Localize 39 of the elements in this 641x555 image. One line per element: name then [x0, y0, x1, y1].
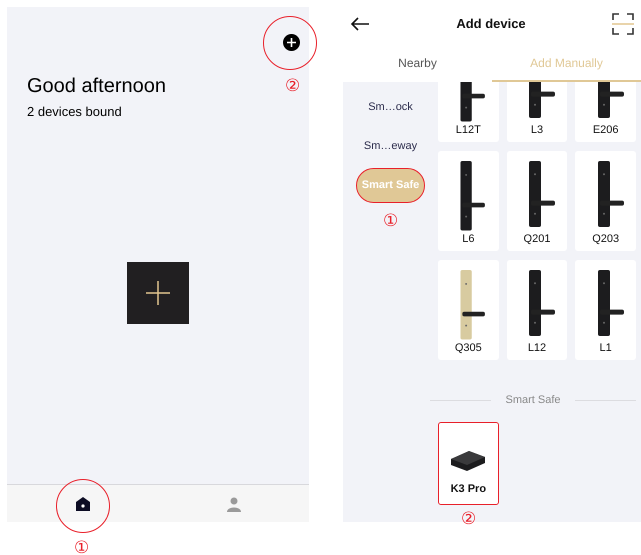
- device-card[interactable]: L3: [506, 82, 568, 142]
- device-card[interactable]: K3 Pro: [438, 422, 499, 504]
- annotation-number: ①: [74, 539, 89, 555]
- add-button[interactable]: [283, 34, 300, 51]
- device-card[interactable]: L12T: [438, 82, 499, 142]
- category-item[interactable]: Sm…eway: [358, 132, 422, 161]
- device-card[interactable]: L12: [506, 260, 568, 360]
- device-name: L6: [462, 232, 474, 246]
- scan-button[interactable]: [610, 12, 635, 36]
- device-name: L3: [530, 122, 544, 138]
- device-card[interactable]: Q203: [575, 151, 636, 251]
- device-card[interactable]: E206: [575, 82, 636, 142]
- device-card[interactable]: Q305: [438, 260, 499, 360]
- device-card[interactable]: L6: [438, 151, 499, 251]
- plus-icon: [146, 280, 170, 305]
- device-card[interactable]: L1: [575, 260, 636, 360]
- device-name: L12T: [456, 122, 481, 138]
- device-name: Q305: [454, 340, 482, 356]
- device-name: Q201: [524, 232, 550, 246]
- add-device-tile[interactable]: [127, 262, 189, 324]
- annotation-number: ②: [285, 77, 300, 94]
- tab[interactable]: Nearby: [343, 41, 492, 82]
- plus-icon: [287, 38, 296, 47]
- device-name: K3 Pro: [450, 482, 486, 497]
- device-name: L1: [600, 340, 612, 356]
- device-name: L12: [528, 340, 546, 356]
- greeting: Good afternoon: [27, 74, 166, 99]
- devices-count: 2 devices bound: [27, 103, 123, 121]
- category-item[interactable]: Sm…ock: [363, 93, 418, 122]
- section-title: Smart Safe: [505, 393, 561, 408]
- safe-box-drawing: [449, 449, 488, 473]
- device-name: E206: [592, 122, 619, 138]
- device-name: Q203: [592, 232, 620, 246]
- device-card[interactable]: Q201: [506, 151, 568, 251]
- annotation-number: ①: [382, 212, 398, 229]
- screen-title: Add device: [456, 15, 526, 34]
- scan-icon: [612, 13, 634, 35]
- annotation-number: ②: [460, 510, 476, 526]
- back-arrow-icon: [350, 17, 370, 31]
